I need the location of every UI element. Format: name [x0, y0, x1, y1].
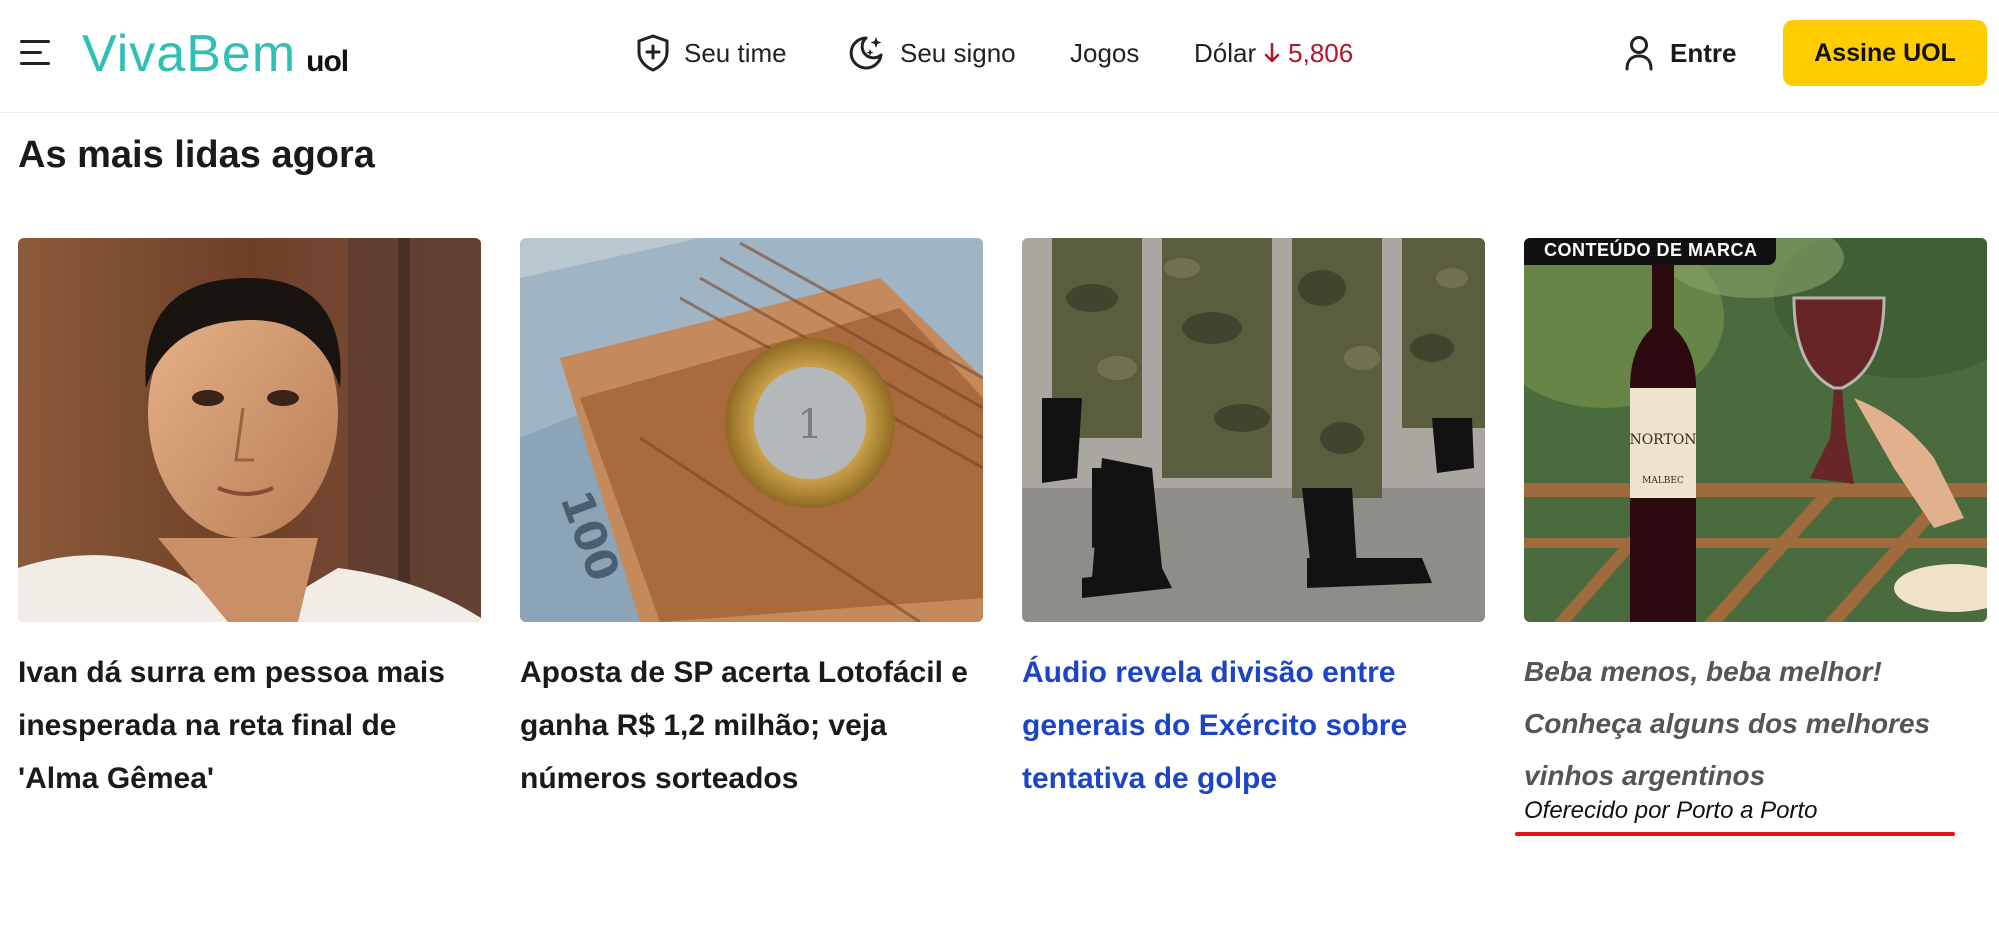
news-thumbnail-money-coin[interactable]: 1 100: [520, 238, 983, 622]
news-headline[interactable]: Áudio revela divisão entre generais do E…: [1022, 646, 1485, 805]
news-thumbnail-soldiers-boots[interactable]: [1022, 238, 1485, 622]
news-card: Ivan dá surra em pessoa mais inesperada …: [18, 238, 481, 805]
shield-plus-icon: [637, 34, 669, 72]
subscribe-button[interactable]: Assine UOL: [1783, 20, 1987, 86]
nav-seu-signo[interactable]: Seu signo: [846, 30, 1016, 76]
section-title: As mais lidas agora: [18, 134, 375, 176]
news-headline[interactable]: Ivan dá surra em pessoa mais inesperada …: [18, 646, 481, 805]
login-label: Entre: [1670, 37, 1737, 68]
svg-text:1: 1: [797, 402, 822, 448]
branded-content-badge: CONTEÚDO DE MARCA: [1524, 238, 1776, 265]
user-icon: [1625, 36, 1653, 71]
nav-dolar[interactable]: Dólar 5,806: [1194, 30, 1353, 76]
nav-dolar-label: Dólar: [1194, 37, 1257, 68]
news-thumbnail-wine-bottle-glass[interactable]: CONTEÚDO DE MARCA NORTON MALBEC: [1524, 238, 1987, 622]
nav-seu-time[interactable]: Seu time: [636, 30, 787, 76]
sponsored-card: CONTEÚDO DE MARCA NORTON MALBEC Beba men…: [1524, 238, 1987, 826]
sponsored-headline[interactable]: Beba menos, beba melhor! Conheça alguns …: [1524, 646, 1987, 802]
nav-jogos[interactable]: Jogos: [1070, 30, 1139, 76]
logo-uol-text: uol: [306, 45, 349, 78]
login-link[interactable]: Entre: [1624, 30, 1736, 76]
logo-vivabem-text: VivaBem: [82, 25, 297, 83]
arrow-down-icon: [1264, 42, 1280, 63]
sponsor-text: Oferecido por Porto a Porto: [1524, 797, 1818, 824]
news-card: 1 100 Aposta de SP acerta Lotofácil e ga…: [520, 238, 983, 805]
news-headline[interactable]: Aposta de SP acerta Lotofácil e ganha R$…: [520, 646, 983, 805]
vivabem-logo[interactable]: VivaBem uol: [82, 24, 349, 84]
nav-jogos-label: Jogos: [1070, 37, 1140, 68]
svg-text:MALBEC: MALBEC: [1642, 476, 1684, 486]
news-thumbnail-man-portrait[interactable]: [18, 238, 481, 622]
dolar-quote: 5,806: [1264, 38, 1353, 69]
nav-seu-signo-label: Seu signo: [900, 37, 1016, 68]
news-card: Áudio revela divisão entre generais do E…: [1022, 238, 1485, 805]
svg-text:NORTON: NORTON: [1629, 432, 1696, 448]
nav-seu-time-label: Seu time: [684, 37, 787, 68]
dolar-value: 5,806: [1288, 37, 1354, 68]
site-header: VivaBem uol Seu time Seu signo Jogos Dól…: [0, 0, 1999, 113]
hamburger-menu-icon[interactable]: [20, 38, 54, 68]
annotation-underline: [1515, 832, 1955, 836]
moon-stars-icon: [849, 36, 883, 70]
